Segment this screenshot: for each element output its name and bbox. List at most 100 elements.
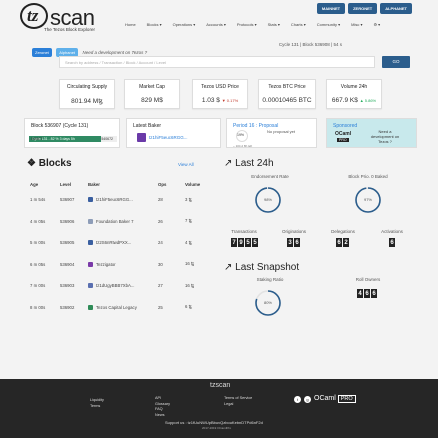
- nav-charts[interactable]: Charts ▾: [291, 22, 306, 27]
- footer-link-tos[interactable]: Terms of Service: [224, 396, 252, 402]
- stat-market-cap: Market Cap 829 M$: [124, 79, 180, 109]
- cell-baker[interactable]: Tezzigator: [88, 254, 158, 276]
- cell-baker[interactable]: tz1hiF5euc6RGG...: [88, 189, 158, 211]
- stat-volume-24h: Volume 24h 667.9 K$ ▲ 5.86%: [326, 79, 382, 109]
- stat-value: 829 M$: [141, 97, 163, 104]
- latest-baker-name[interactable]: tz1hiF5euc6RGG...: [149, 135, 188, 140]
- digit: 6: [336, 238, 342, 247]
- cell-baker[interactable]: Tezos Capital Legacy: [88, 297, 158, 319]
- footer-link-terms[interactable]: Terms: [90, 404, 104, 410]
- zeronet-button[interactable]: ZERONET: [348, 3, 378, 14]
- tzscan-logo[interactable]: tz scan The Tezos Block Explorer: [20, 3, 95, 33]
- last24-title: ↗ Last 24h: [224, 158, 274, 169]
- digit: 2: [343, 238, 349, 247]
- table-row[interactable]: 7 m 00s 536903 tz1dUgyBBB7XbA... 27 16 ꜩ: [30, 275, 210, 297]
- footer-support[interactable]: Support us : tz1fUuNWUpBbuvQzbouKebnDTPd…: [165, 420, 263, 425]
- chart-icon: ↗: [224, 158, 233, 169]
- baker-icon: [88, 197, 93, 203]
- search-input[interactable]: Search by address / Transaction / Block …: [59, 56, 375, 68]
- cell-level[interactable]: 536907: [60, 189, 88, 211]
- latest-baker-card[interactable]: Latest Baker tz1hiF5euc6RGG...: [126, 118, 221, 148]
- table-row[interactable]: 8 m 00s 536902 Tezos Capital Legacy 25 6 ꜩ: [30, 297, 210, 319]
- table-row[interactable]: 4 m 05s 536906 Foundation Baker 7 26 7 ꜩ: [30, 211, 210, 233]
- sponsor-logo-badge: PRO: [337, 138, 349, 142]
- cycle-end: 540672: [101, 137, 113, 141]
- staking-label: Staking Ratio: [256, 277, 284, 282]
- blockprio-label: Block Prio. 0 Baked: [348, 174, 388, 179]
- search-go-button[interactable]: GO: [382, 56, 410, 68]
- period-remaining: ~ 104 d 8h left: [233, 144, 253, 148]
- cell-baker[interactable]: Foundation Baker 7: [88, 211, 158, 233]
- stat-value: 0.00010465 BTC: [262, 97, 312, 104]
- nav-settings[interactable]: ⚙ ▾: [373, 22, 380, 27]
- footer-link-legal[interactable]: Legal: [224, 402, 252, 408]
- cycle-start: 536877: [31, 137, 43, 141]
- cell-ops: 25: [158, 304, 163, 310]
- sponsor-logo: OCaml: [335, 131, 352, 137]
- digit: 3: [287, 238, 293, 247]
- twitter-icon[interactable]: t: [294, 395, 301, 403]
- endorsement-pct: 98%: [263, 197, 272, 202]
- nav-home[interactable]: Home: [125, 22, 136, 27]
- cell-level[interactable]: 536905: [60, 232, 88, 254]
- header: tz scan The Tezos Block Explorer MAINNET…: [0, 0, 438, 34]
- nav-accounts[interactable]: Accounts ▾: [206, 22, 226, 27]
- col-age: Age: [30, 182, 39, 187]
- nav-protocols[interactable]: Protocols ▾: [237, 22, 257, 27]
- cell-baker[interactable]: tz2S6nRtwdPXX...: [88, 232, 158, 254]
- blockprio-pct: 97%: [363, 197, 372, 202]
- sponsored-card[interactable]: Sponsored OCaml PRO Need a development o…: [326, 118, 417, 148]
- cycle-card[interactable]: Block 536907 (Cycle 131) Cycle 131 - 82 …: [24, 118, 120, 148]
- period-card[interactable]: Period 16 : Proposal No proposal yet 19%…: [226, 118, 317, 148]
- mainnet-button[interactable]: MAINNET: [316, 3, 346, 14]
- view-all-link[interactable]: View All: [178, 162, 194, 167]
- table-row[interactable]: 1 m 54s 536907 tz1hiF5euc6RGG... 28 3 ꜩ: [30, 189, 210, 211]
- volume-delta: ▲ 5.86%: [359, 98, 377, 103]
- table-row[interactable]: 5 m 00s 536905 tz2S6nRtwdPXX... 24 4 ꜩ: [30, 232, 210, 254]
- col-baker: Baker: [88, 182, 100, 187]
- stat-circulating-supply: Circulating Supply 801.94 Mꜩ: [59, 79, 115, 109]
- alphanet-button[interactable]: ALPHANET: [380, 3, 412, 14]
- digit: 6: [294, 238, 300, 247]
- footer-link-news[interactable]: News: [155, 413, 170, 419]
- dev-promo-text[interactable]: Need a development on Tezos ?: [83, 50, 148, 55]
- cell-level[interactable]: 536902: [60, 297, 88, 319]
- nav-operations[interactable]: Operations ▾: [173, 22, 196, 27]
- cell-age: 6 m 05s: [30, 261, 46, 267]
- cell-ops: 27: [158, 283, 163, 289]
- cell-ops: 24: [158, 240, 163, 246]
- transactions-label: Transactions: [231, 229, 257, 234]
- ocamlpro-logo[interactable]: OCaml PRO: [314, 395, 356, 403]
- baker-icon: [88, 261, 93, 267]
- logo-tagline: The Tezos Block Explorer: [44, 27, 95, 32]
- nav-stats[interactable]: Stats ▾: [268, 22, 280, 27]
- cell-age: 4 m 05s: [30, 218, 46, 224]
- cell-level[interactable]: 536904: [60, 254, 88, 276]
- baker-icon: [88, 283, 93, 289]
- github-icon[interactable]: g: [304, 395, 311, 403]
- stat-usd-price: Tezos USD Price 1.03 $ ▼ 0.17%: [192, 79, 248, 109]
- blocks-title: ❖ Blocks: [27, 158, 72, 169]
- stat-label: Market Cap: [139, 84, 165, 90]
- footer-link-liquidity[interactable]: Liquidity: [90, 398, 104, 404]
- blocks-table: Age Level Baker Ops Volume 1 m 54s 536907…: [30, 180, 210, 318]
- digit: 7: [231, 238, 237, 247]
- cell-volume: 4 ꜩ: [185, 239, 192, 245]
- nav-community[interactable]: Community ▾: [317, 22, 340, 27]
- cell-level[interactable]: 536906: [60, 211, 88, 233]
- stat-label: Tezos BTC Price: [268, 84, 306, 90]
- footer-col-2: API Glossary FAQ News: [155, 396, 170, 418]
- info-bar: Zeronet Alphanet Need a development on T…: [32, 41, 412, 57]
- latest-baker-title: Latest Baker: [133, 123, 162, 129]
- footer-logo[interactable]: tzscan: [210, 382, 230, 389]
- stat-btc-price: Tezos BTC Price 0.00010465 BTC: [258, 79, 316, 109]
- stat-label: Tezos USD Price: [201, 84, 239, 90]
- digit: 5: [252, 238, 258, 247]
- cell-level[interactable]: 536903: [60, 275, 88, 297]
- nav-misc[interactable]: Misc ▾: [351, 22, 362, 27]
- table-row[interactable]: 6 m 05s 536904 Tezzigator 30 16 ꜩ: [30, 254, 210, 276]
- cell-volume: 7 ꜩ: [185, 218, 192, 224]
- cell-baker[interactable]: tz1dUgyBBB7XbA...: [88, 275, 158, 297]
- nav-blocks[interactable]: Blocks ▾: [147, 22, 162, 27]
- zeronet-badge[interactable]: Zeronet: [32, 48, 52, 57]
